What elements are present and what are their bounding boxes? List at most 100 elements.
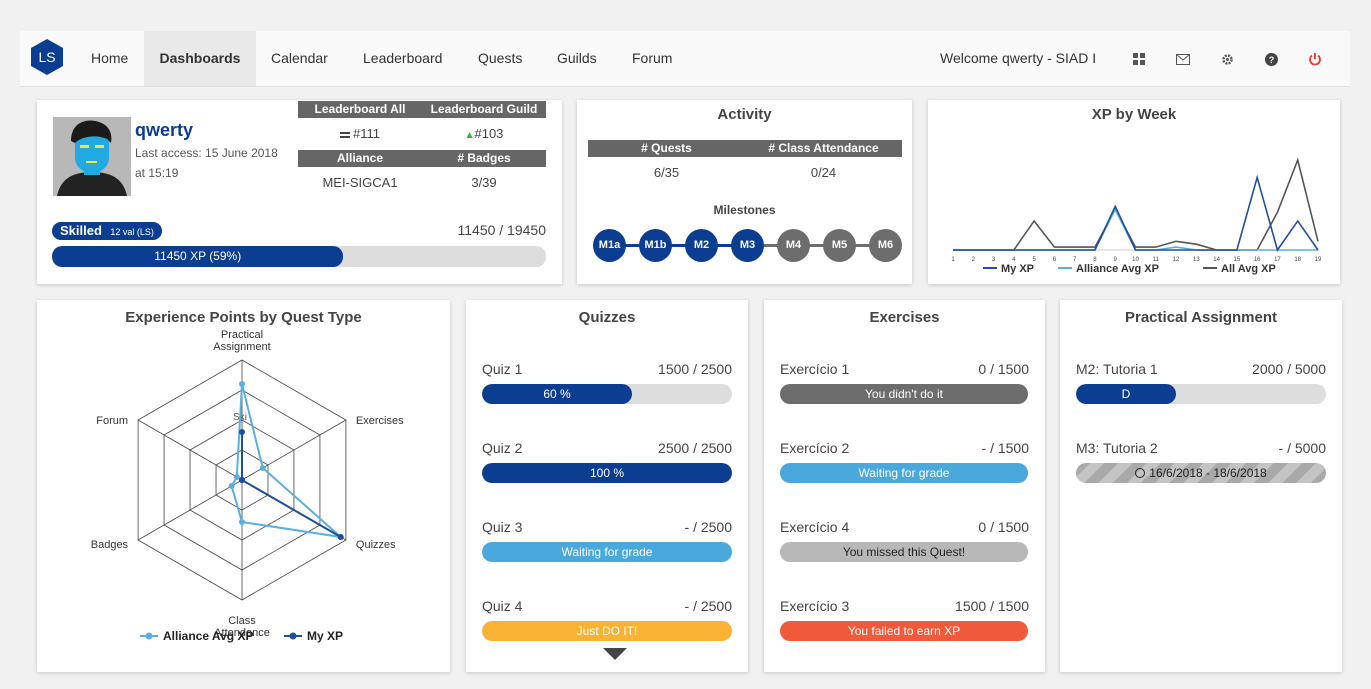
- quiz-label: Quiz 2: [482, 440, 523, 456]
- exercise-score: - / 1500: [981, 440, 1029, 456]
- leaderboard-all-header: Leaderboard All: [298, 101, 422, 118]
- series-line: [953, 207, 1318, 251]
- exercise-status-pill[interactable]: You failed to earn XP: [780, 621, 1028, 641]
- exercise-status-pill[interactable]: You didn't do it: [780, 384, 1028, 404]
- svg-text:?: ?: [1268, 55, 1274, 65]
- quiz-score: 1500 / 2500: [658, 361, 732, 377]
- milestone-m5[interactable]: M5: [823, 229, 856, 262]
- radar-axis-label: Forum: [96, 415, 128, 427]
- x-tick-label: 13: [1193, 257, 1200, 263]
- badges-header: # Badges: [422, 150, 546, 167]
- gear-icon[interactable]: [1216, 31, 1238, 86]
- milestone-m2[interactable]: M2: [685, 229, 718, 262]
- x-tick-label: 3: [992, 257, 996, 263]
- welcome-text: Welcome qwerty - SIAD I: [940, 50, 1097, 66]
- nav-quests[interactable]: Quests: [463, 31, 537, 86]
- x-tick-label: 1: [951, 257, 955, 263]
- nav-home[interactable]: Home: [76, 31, 143, 86]
- assignment-label: M2: Tutoria 1: [1076, 361, 1158, 377]
- assignment-progress-fill: D: [1076, 384, 1176, 404]
- activity-card: Activity # Quests # Class Attendance 6/3…: [577, 100, 912, 284]
- svg-text:LS: LS: [38, 49, 55, 65]
- quests-value: 6/35: [653, 165, 680, 180]
- alliance-value: MEI-SIGCA1: [322, 175, 398, 190]
- x-tick-label: 6: [1053, 257, 1057, 263]
- exercise-status-pill[interactable]: You missed this Quest!: [780, 542, 1028, 562]
- equal-icon: [340, 131, 350, 138]
- exercise-score: 0 / 1500: [978, 361, 1029, 377]
- radar-point: [239, 381, 245, 387]
- clock-icon: [1135, 468, 1146, 478]
- assignment-label: M3: Tutoria 2: [1076, 440, 1158, 456]
- exercises-card: Exercises Exercício 1 0 / 1500 You didn't …: [764, 300, 1045, 672]
- legend-label: My XP: [307, 629, 343, 643]
- exercise-label: Exercício 2: [780, 440, 850, 456]
- exercise-status-pill[interactable]: Waiting for grade: [780, 463, 1028, 483]
- xp-total: 11450 / 19450: [457, 222, 547, 238]
- assignment-score: - / 5000: [1278, 440, 1326, 456]
- assignment-progress-bar[interactable]: D: [1076, 384, 1326, 404]
- exercise-score: 1500 / 1500: [955, 598, 1029, 614]
- milestone-m1b[interactable]: M1b: [639, 229, 672, 262]
- quest-type-radar-chart: PracticalAssignment Exercises Quizzes Class…: [91, 329, 404, 643]
- leaderboard-guild-value: ▲#103: [464, 126, 504, 141]
- practical-assignment-title: Practical Assignment: [1125, 309, 1277, 326]
- xp-progress-bar: 11450 XP (59%): [52, 246, 546, 267]
- quiz-progress-bar[interactable]: 100 %: [482, 463, 732, 483]
- up-arrow-icon: ▲: [464, 130, 475, 141]
- class-attendance-header: # Class Attendance: [745, 140, 902, 157]
- radar-axis-label: Class: [228, 615, 256, 627]
- nav-calendar[interactable]: Calendar: [256, 31, 343, 86]
- quiz-progress-bar[interactable]: Waiting for grade: [482, 542, 732, 562]
- radar-point: [233, 474, 240, 480]
- help-icon[interactable]: ?: [1260, 31, 1282, 86]
- xp-by-week-card: XP by Week 1 2 3 4 5 6 7 8 9 10 11 12 13 14 15 16 17 18 19…: [928, 100, 1340, 284]
- quiz-label: Quiz 3: [482, 519, 523, 535]
- nav-forum[interactable]: Forum: [617, 31, 687, 86]
- radar-axis-label: Badges: [91, 539, 129, 551]
- legend-label: My XP: [1001, 263, 1034, 275]
- ls-logo[interactable]: LS: [29, 38, 65, 76]
- x-tick-label: 2: [972, 257, 976, 263]
- x-tick-label: 12: [1173, 257, 1180, 263]
- avatar: [53, 117, 131, 196]
- quiz-label: Quiz 4: [482, 598, 523, 614]
- quiz-progress-fill: 100 %: [482, 463, 732, 483]
- radar-point: [239, 519, 245, 525]
- class-attendance-value: 0/24: [810, 165, 837, 180]
- quiz-progress-bar[interactable]: Just DO IT!: [482, 621, 732, 641]
- radar-axis-label: Quizzes: [356, 539, 396, 551]
- xp-progress-fill: 11450 XP (59%): [52, 246, 344, 267]
- last-access-date: Last access: 15 June 2018: [135, 146, 278, 160]
- expand-down-icon[interactable]: [603, 648, 627, 660]
- level-badge: Skilled 12 val (LS): [52, 222, 162, 240]
- top-navbar: LS Home Dashboards Calendar Leaderboard …: [20, 31, 1350, 87]
- milestone-m3[interactable]: M3: [731, 229, 764, 262]
- milestone-m1a[interactable]: M1a: [593, 229, 626, 262]
- grid-icon[interactable]: [1128, 31, 1150, 86]
- legend-marker: [289, 632, 297, 640]
- power-icon[interactable]: [1304, 31, 1326, 86]
- legend-marker: [145, 632, 153, 640]
- quiz-progress-fill: Just DO IT!: [482, 621, 732, 641]
- quiz-progress-bar[interactable]: 60 %: [482, 384, 732, 404]
- badges-value: 3/39: [471, 175, 497, 190]
- nav-leaderboard[interactable]: Leaderboard: [348, 31, 457, 86]
- username[interactable]: qwerty: [135, 120, 193, 141]
- quests-header: # Quests: [588, 140, 745, 157]
- exercise-label: Exercício 1: [780, 361, 850, 377]
- x-tick-label: 19: [1315, 257, 1322, 263]
- exercise-label: Exercício 4: [780, 519, 850, 535]
- nav-dashboards[interactable]: Dashboards: [144, 31, 256, 86]
- mail-icon[interactable]: [1172, 31, 1194, 86]
- milestone-m6[interactable]: M6: [869, 229, 902, 262]
- quizzes-card: Quizzes Quiz 1 1500 / 2500 60 % Quiz 2 2500 …: [466, 300, 748, 672]
- exercises-title: Exercises: [869, 309, 940, 326]
- milestone-m4[interactable]: M4: [777, 229, 810, 262]
- milestones-label: Milestones: [713, 203, 776, 217]
- assignment-progress-fill: 16/6/2018 - 18/6/2018: [1076, 463, 1326, 483]
- xp-by-week-chart: 1 2 3 4 5 6 7 8 9 10 11 12 13 14 15 16 17 18 19My XP Allian…: [951, 157, 1322, 275]
- assignment-progress-bar[interactable]: 16/6/2018 - 18/6/2018: [1076, 463, 1326, 483]
- nav-guilds[interactable]: Guilds: [542, 31, 612, 86]
- quiz-score: 2500 / 2500: [658, 440, 732, 456]
